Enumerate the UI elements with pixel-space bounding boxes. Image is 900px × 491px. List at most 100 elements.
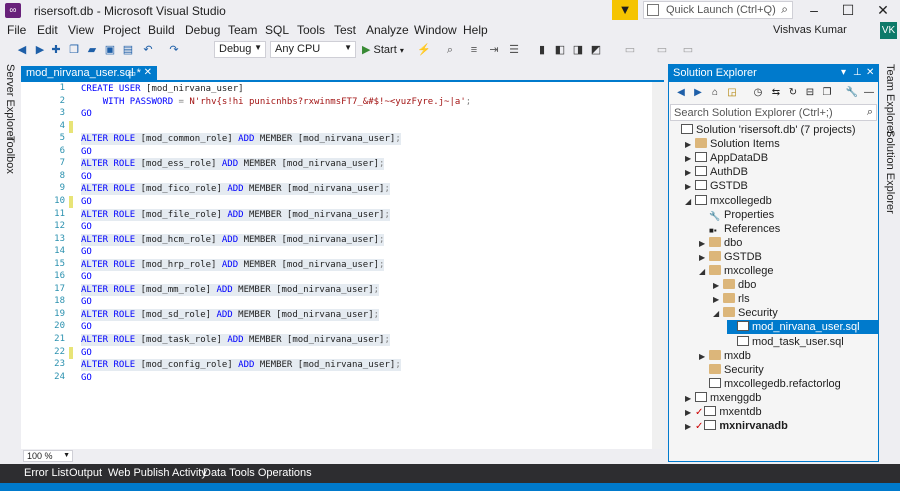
expanded-chevron-icon[interactable]: ◢ — [685, 195, 695, 209]
prev-bookmark-icon[interactable]: ◧ — [552, 43, 568, 58]
code-line[interactable]: ALTER ROLE [mod_file_role] ADD MEMBER [m… — [81, 208, 390, 221]
menu-sql[interactable]: SQL — [265, 23, 289, 37]
start-button[interactable]: ▶ Start ▾ — [362, 43, 404, 56]
minimize-button[interactable]: – — [797, 0, 831, 20]
tree-item[interactable]: ■▪ References — [699, 222, 780, 236]
code-line[interactable]: GO — [81, 271, 92, 283]
code-line[interactable]: GO — [81, 347, 92, 359]
collapsed-chevron-icon[interactable]: ▶ — [685, 138, 695, 152]
quick-launch-input[interactable]: Quick Launch (Ctrl+Q) ⌕ — [643, 1, 793, 19]
home-icon[interactable]: ⌂ — [708, 86, 722, 100]
close-button[interactable]: ✕ — [866, 0, 900, 20]
expanded-chevron-icon[interactable]: ◢ — [713, 307, 723, 321]
close-tab-icon[interactable]: ✕ — [144, 66, 152, 80]
browser-link-icon[interactable]: ⚡ — [416, 43, 432, 58]
code-line[interactable]: GO — [81, 196, 92, 208]
code-editor[interactable]: 1 2 3 4 5 6 7 8 9 10 11 12 13 14 15 16 17 18 19 20 21 22 23 24 … — [21, 82, 664, 449]
collapsed-chevron-icon[interactable]: ▶ — [685, 392, 695, 406]
code-line[interactable]: ALTER ROLE [mod_common_role] ADD MEMBER … — [81, 133, 401, 146]
tree-item[interactable]: 🔧 Properties — [699, 208, 774, 222]
code-line[interactable]: GO — [81, 372, 92, 384]
tree-item[interactable]: ◢ mxcollege — [699, 264, 774, 278]
tree-item[interactable]: ▶ dbo — [713, 278, 756, 292]
switch-views-icon[interactable]: ◲ — [725, 86, 739, 100]
find-icon[interactable]: ⌕ — [442, 43, 458, 58]
tree-item[interactable]: mod_nirvana_user.sql — [727, 320, 878, 335]
tree-item[interactable]: ◢ mxcollegedb — [685, 194, 772, 208]
code-line[interactable]: ALTER ROLE [mod_mm_role] ADD MEMBER [mod… — [81, 283, 380, 296]
tree-item[interactable]: mod_task_user.sql — [727, 335, 844, 349]
collapsed-chevron-icon[interactable]: ▶ — [713, 279, 723, 293]
code-line[interactable]: ALTER ROLE [mod_hrp_role] ADD MEMBER [mo… — [81, 258, 385, 271]
tree-item[interactable]: ▶ AuthDB — [685, 165, 748, 179]
dropdown-icon[interactable]: ▾ — [841, 67, 846, 78]
pending-changes-icon[interactable]: ◷ — [751, 86, 765, 100]
error-list-tab[interactable]: Error List — [24, 467, 69, 479]
back-icon[interactable]: ◀ — [674, 86, 688, 100]
tree-item[interactable]: Solution 'risersoft.db' (7 projects) — [671, 123, 856, 137]
user-avatar[interactable]: VK — [880, 22, 897, 39]
redo-icon[interactable]: ↷ — [166, 43, 182, 58]
menu-help[interactable]: Help — [463, 23, 488, 37]
output-tab[interactable]: Output — [69, 467, 102, 479]
menu-tools[interactable]: Tools — [297, 23, 325, 37]
tree-item[interactable]: ▶ mxenggdb — [685, 391, 761, 405]
solution-platform-select[interactable]: Any CPU ▼ — [270, 41, 356, 58]
collapsed-chevron-icon[interactable]: ▶ — [713, 293, 723, 307]
code-line[interactable]: WITH PASSWORD = N'rhv{s!hi punicnhbs?rxw… — [81, 96, 471, 108]
code-line[interactable]: GO — [81, 171, 92, 183]
refresh-icon[interactable]: ↻ — [786, 86, 800, 100]
tree-item[interactable]: ▶ dbo — [699, 236, 742, 250]
collapsed-chevron-icon[interactable]: ▶ — [685, 420, 695, 434]
solution-explorer-tab[interactable]: Solution Explorer — [884, 130, 896, 214]
collapsed-chevron-icon[interactable]: ▶ — [685, 152, 695, 166]
solution-explorer-search-input[interactable]: Search Solution Explorer (Ctrl+;) ⌕ — [670, 104, 877, 121]
menu-build[interactable]: Build — [148, 23, 175, 37]
collapse-all-icon[interactable]: ⊟ — [803, 86, 817, 100]
undo-icon[interactable]: ↶ — [140, 43, 156, 58]
code-line[interactable]: GO — [81, 146, 92, 158]
add-item-icon[interactable]: ❐ — [66, 43, 82, 58]
code-line[interactable]: CREATE USER [mod_nirvana_user] — [81, 83, 244, 95]
menu-project[interactable]: Project — [103, 23, 140, 37]
toolbox-tab[interactable]: Toolbox — [4, 136, 16, 174]
indent-icon[interactable]: ⇥ — [486, 43, 502, 58]
menu-analyze[interactable]: Analyze — [366, 23, 409, 37]
code-line[interactable]: ALTER ROLE [mod_ess_role] ADD MEMBER [mo… — [81, 158, 385, 171]
tree-item[interactable]: ▶ ✓ mxnirvanadb — [685, 419, 788, 433]
search-icon[interactable]: ⌕ — [867, 106, 873, 119]
server-explorer-tab[interactable]: Server Explorer — [4, 64, 16, 140]
menu-view[interactable]: View — [68, 23, 94, 37]
collapsed-chevron-icon[interactable]: ▶ — [685, 166, 695, 180]
forward-icon[interactable]: ▶ — [691, 86, 705, 100]
menu-edit[interactable]: Edit — [37, 23, 58, 37]
collapsed-chevron-icon[interactable]: ▶ — [699, 251, 709, 265]
sync-icon[interactable]: ⇆ — [769, 86, 783, 100]
menu-debug[interactable]: Debug — [185, 23, 220, 37]
code-line[interactable]: ALTER ROLE [mod_fico_role] ADD MEMBER [m… — [81, 183, 390, 196]
show-all-files-icon[interactable]: ❐ — [820, 86, 834, 100]
code-line[interactable]: ALTER ROLE [mod_hcm_role] ADD MEMBER [mo… — [81, 233, 385, 246]
tree-item[interactable]: ▶ GSTDB — [685, 179, 748, 193]
tree-item[interactable]: ▶ mxdb — [699, 349, 751, 363]
tree-item[interactable]: ▶ rls — [713, 292, 750, 306]
tree-item[interactable]: ▶ AppDataDB — [685, 151, 768, 165]
save-all-icon[interactable]: ▤ — [120, 43, 136, 58]
next-bookmark-icon[interactable]: ◨ — [570, 43, 586, 58]
preview-icon[interactable]: — — [862, 86, 876, 100]
code-line[interactable]: GO — [81, 246, 92, 258]
collapsed-chevron-icon[interactable]: ▶ — [685, 180, 695, 194]
menu-file[interactable]: File — [7, 23, 26, 37]
properties-wrench-icon[interactable]: 🔧 — [845, 86, 859, 100]
collapsed-chevron-icon[interactable]: ▶ — [699, 350, 709, 364]
comment-icon[interactable]: ☰ — [506, 43, 522, 58]
code-line[interactable]: GO — [81, 108, 92, 120]
close-icon[interactable]: ✕ — [866, 67, 874, 78]
tree-item[interactable]: ▶ GSTDB — [699, 250, 762, 264]
feedback-filter-icon[interactable]: ▼ — [612, 0, 638, 20]
maximize-button[interactable]: ☐ — [831, 0, 865, 20]
code-line[interactable]: GO — [81, 296, 92, 308]
document-tab[interactable]: mod_nirvana_user.sql * ▭ ✕ — [21, 66, 157, 80]
tree-item[interactable]: ▶ Solution Items — [685, 137, 780, 151]
save-icon[interactable]: ▣ — [102, 43, 118, 58]
